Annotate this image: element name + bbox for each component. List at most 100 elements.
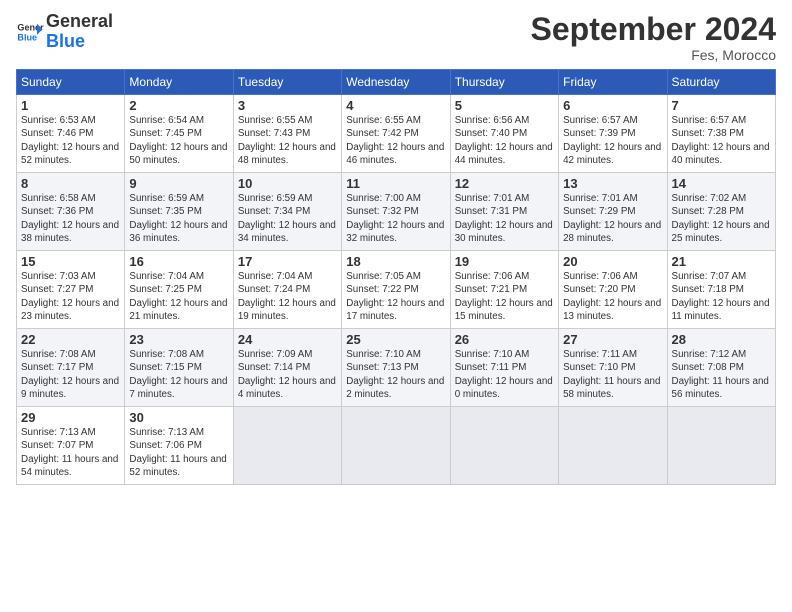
calendar-week-row: 22Sunrise: 7:08 AMSunset: 7:17 PMDayligh… [17,329,776,407]
table-row: 25Sunrise: 7:10 AMSunset: 7:13 PMDayligh… [342,329,450,407]
logo-text: General Blue [46,12,113,52]
table-row [667,407,775,485]
day-number: 7 [672,98,771,113]
cell-content: Sunrise: 7:01 AMSunset: 7:31 PMDaylight:… [455,192,554,245]
cell-content: Sunrise: 6:58 AMSunset: 7:36 PMDaylight:… [21,192,120,245]
day-number: 14 [672,176,771,191]
day-number: 18 [346,254,445,269]
main-container: General Blue General Blue September 2024… [0,0,792,493]
day-number: 15 [21,254,120,269]
day-number: 20 [563,254,662,269]
table-row: 18Sunrise: 7:05 AMSunset: 7:22 PMDayligh… [342,251,450,329]
day-number: 11 [346,176,445,191]
cell-content: Sunrise: 7:08 AMSunset: 7:15 PMDaylight:… [129,348,228,401]
table-row: 1Sunrise: 6:53 AMSunset: 7:46 PMDaylight… [17,95,125,173]
cell-content: Sunrise: 6:55 AMSunset: 7:43 PMDaylight:… [238,114,337,167]
day-number: 21 [672,254,771,269]
calendar-table: Sunday Monday Tuesday Wednesday Thursday… [16,69,776,485]
table-row: 9Sunrise: 6:59 AMSunset: 7:35 PMDaylight… [125,173,233,251]
day-number: 29 [21,410,120,425]
header-wednesday: Wednesday [342,70,450,95]
day-number: 23 [129,332,228,347]
cell-content: Sunrise: 7:07 AMSunset: 7:18 PMDaylight:… [672,270,771,323]
table-row: 5Sunrise: 6:56 AMSunset: 7:40 PMDaylight… [450,95,558,173]
day-number: 10 [238,176,337,191]
table-row: 20Sunrise: 7:06 AMSunset: 7:20 PMDayligh… [559,251,667,329]
header-tuesday: Tuesday [233,70,341,95]
calendar-header-row: Sunday Monday Tuesday Wednesday Thursday… [17,70,776,95]
cell-content: Sunrise: 6:55 AMSunset: 7:42 PMDaylight:… [346,114,445,167]
table-row: 21Sunrise: 7:07 AMSunset: 7:18 PMDayligh… [667,251,775,329]
cell-content: Sunrise: 6:57 AMSunset: 7:38 PMDaylight:… [672,114,771,167]
table-row: 8Sunrise: 6:58 AMSunset: 7:36 PMDaylight… [17,173,125,251]
day-number: 6 [563,98,662,113]
day-number: 30 [129,410,228,425]
table-row [233,407,341,485]
cell-content: Sunrise: 7:04 AMSunset: 7:24 PMDaylight:… [238,270,337,323]
month-title: September 2024 [531,12,776,47]
table-row: 11Sunrise: 7:00 AMSunset: 7:32 PMDayligh… [342,173,450,251]
table-row [342,407,450,485]
table-row [450,407,558,485]
table-row [559,407,667,485]
cell-content: Sunrise: 7:13 AMSunset: 7:06 PMDaylight:… [129,426,228,479]
day-number: 1 [21,98,120,113]
cell-content: Sunrise: 7:13 AMSunset: 7:07 PMDaylight:… [21,426,120,479]
day-number: 22 [21,332,120,347]
cell-content: Sunrise: 7:11 AMSunset: 7:10 PMDaylight:… [563,348,662,401]
cell-content: Sunrise: 6:59 AMSunset: 7:34 PMDaylight:… [238,192,337,245]
header-sunday: Sunday [17,70,125,95]
header-friday: Friday [559,70,667,95]
day-number: 27 [563,332,662,347]
table-row: 10Sunrise: 6:59 AMSunset: 7:34 PMDayligh… [233,173,341,251]
table-row: 16Sunrise: 7:04 AMSunset: 7:25 PMDayligh… [125,251,233,329]
day-number: 8 [21,176,120,191]
header: General Blue General Blue September 2024… [16,12,776,63]
day-number: 19 [455,254,554,269]
table-row: 28Sunrise: 7:12 AMSunset: 7:08 PMDayligh… [667,329,775,407]
table-row: 14Sunrise: 7:02 AMSunset: 7:28 PMDayligh… [667,173,775,251]
cell-content: Sunrise: 7:06 AMSunset: 7:21 PMDaylight:… [455,270,554,323]
svg-text:Blue: Blue [17,32,37,42]
cell-content: Sunrise: 7:10 AMSunset: 7:13 PMDaylight:… [346,348,445,401]
day-number: 24 [238,332,337,347]
day-number: 2 [129,98,228,113]
cell-content: Sunrise: 7:01 AMSunset: 7:29 PMDaylight:… [563,192,662,245]
logo-icon: General Blue [16,18,44,46]
table-row: 15Sunrise: 7:03 AMSunset: 7:27 PMDayligh… [17,251,125,329]
header-saturday: Saturday [667,70,775,95]
day-number: 16 [129,254,228,269]
day-number: 28 [672,332,771,347]
table-row: 7Sunrise: 6:57 AMSunset: 7:38 PMDaylight… [667,95,775,173]
cell-content: Sunrise: 7:12 AMSunset: 7:08 PMDaylight:… [672,348,771,401]
cell-content: Sunrise: 6:59 AMSunset: 7:35 PMDaylight:… [129,192,228,245]
calendar-body: 1Sunrise: 6:53 AMSunset: 7:46 PMDaylight… [17,95,776,485]
cell-content: Sunrise: 7:02 AMSunset: 7:28 PMDaylight:… [672,192,771,245]
table-row: 30Sunrise: 7:13 AMSunset: 7:06 PMDayligh… [125,407,233,485]
day-number: 13 [563,176,662,191]
calendar-week-row: 29Sunrise: 7:13 AMSunset: 7:07 PMDayligh… [17,407,776,485]
cell-content: Sunrise: 6:56 AMSunset: 7:40 PMDaylight:… [455,114,554,167]
day-number: 5 [455,98,554,113]
header-thursday: Thursday [450,70,558,95]
table-row: 17Sunrise: 7:04 AMSunset: 7:24 PMDayligh… [233,251,341,329]
table-row: 26Sunrise: 7:10 AMSunset: 7:11 PMDayligh… [450,329,558,407]
cell-content: Sunrise: 7:04 AMSunset: 7:25 PMDaylight:… [129,270,228,323]
cell-content: Sunrise: 7:05 AMSunset: 7:22 PMDaylight:… [346,270,445,323]
day-number: 26 [455,332,554,347]
cell-content: Sunrise: 6:54 AMSunset: 7:45 PMDaylight:… [129,114,228,167]
table-row: 12Sunrise: 7:01 AMSunset: 7:31 PMDayligh… [450,173,558,251]
table-row: 23Sunrise: 7:08 AMSunset: 7:15 PMDayligh… [125,329,233,407]
table-row: 24Sunrise: 7:09 AMSunset: 7:14 PMDayligh… [233,329,341,407]
location: Fes, Morocco [531,47,776,63]
table-row: 19Sunrise: 7:06 AMSunset: 7:21 PMDayligh… [450,251,558,329]
day-number: 4 [346,98,445,113]
logo: General Blue General Blue [16,12,113,52]
day-number: 17 [238,254,337,269]
cell-content: Sunrise: 7:00 AMSunset: 7:32 PMDaylight:… [346,192,445,245]
day-number: 3 [238,98,337,113]
cell-content: Sunrise: 7:03 AMSunset: 7:27 PMDaylight:… [21,270,120,323]
table-row: 4Sunrise: 6:55 AMSunset: 7:42 PMDaylight… [342,95,450,173]
cell-content: Sunrise: 7:10 AMSunset: 7:11 PMDaylight:… [455,348,554,401]
calendar-week-row: 15Sunrise: 7:03 AMSunset: 7:27 PMDayligh… [17,251,776,329]
